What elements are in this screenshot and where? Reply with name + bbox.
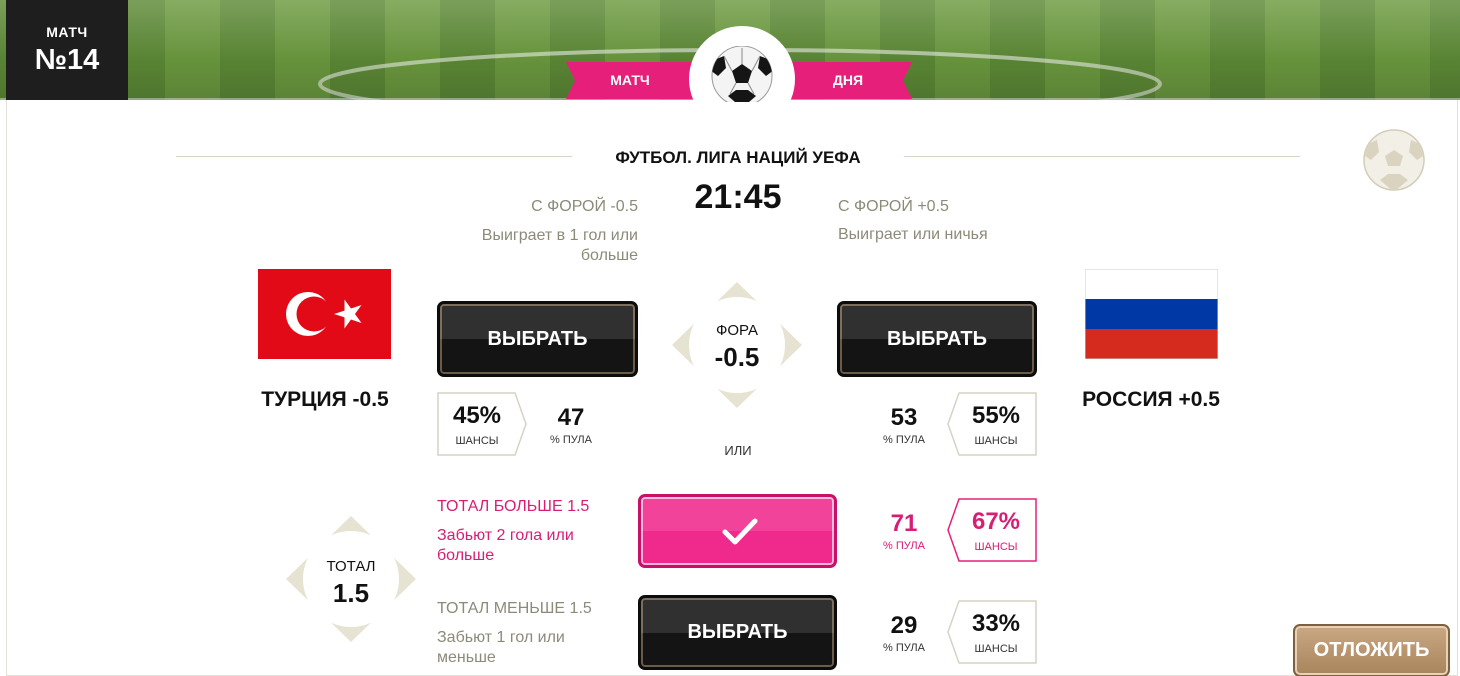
total-under-chance-label: ШАНСЫ [974, 643, 1018, 655]
league-title: ФУТБОЛ. ЛИГА НАЦИЙ УЕФА [615, 148, 861, 167]
total-under-chance-value: 33% [971, 610, 1021, 637]
match-time: 21:45 [694, 178, 782, 216]
match-number-badge: МАТЧ №14 [6, 0, 128, 100]
left-chance-label: ШАНСЫ [455, 435, 499, 447]
total-over-chance-box: 67% ШАНСЫ [947, 498, 1037, 562]
total-over-desc-line1: Забьют 2 гола или [437, 527, 574, 544]
left-desc-line2: больше [580, 247, 638, 264]
right-pool-label: % ПУЛА [883, 434, 925, 446]
total-under-pool-label: % ПУЛА [883, 642, 925, 654]
divider-right [904, 156, 1300, 157]
select-total-under-button[interactable]: ВЫБРАТЬ [638, 595, 837, 670]
left-pool: 47 % ПУЛА [536, 404, 606, 446]
team-left: ТУРЦИЯ -0.5 [261, 388, 389, 411]
select-right-handicap-button[interactable]: ВЫБРАТЬ [837, 301, 1037, 377]
select-right-label: ВЫБРАТЬ [886, 328, 988, 350]
total-under-title: ТОТАЛ МЕНЬШЕ 1.5 [437, 600, 592, 617]
total-under-desc-line1: Забьют 1 гол или [437, 629, 565, 646]
handicap-diamond: ФОРА -0.5 [672, 282, 802, 412]
russia-flag-icon [1085, 269, 1218, 359]
ribbon-right: ДНЯ [784, 62, 912, 99]
total-under-pool-value: 29 [890, 612, 918, 639]
match-label: МАТЧ [46, 24, 88, 40]
total-under-pool: 29 % ПУЛА [869, 612, 939, 654]
right-chance-box: 55% ШАНСЫ [947, 392, 1037, 456]
total-over-chance-value: 67% [971, 508, 1021, 535]
checkmark-icon [722, 518, 758, 545]
right-handicap-title: С ФОРОЙ +0.5 [838, 198, 949, 215]
total-over-pool-value: 71 [890, 510, 918, 537]
total-label: ТОТАЛ [326, 558, 376, 575]
left-chance-value: 45% [452, 402, 502, 429]
divider-left [176, 156, 572, 157]
right-pool: 53 % ПУЛА [869, 404, 939, 446]
select-total-under-label: ВЫБРАТЬ [687, 621, 788, 643]
total-over-desc: Забьют 2 гола или больше [437, 526, 637, 566]
total-diamond: ТОТАЛ 1.5 [286, 516, 416, 646]
right-pool-value: 53 [890, 404, 918, 431]
total-over-chance-label: ШАНСЫ [974, 541, 1018, 553]
select-left-handicap-button[interactable]: ВЫБРАТЬ [437, 301, 638, 377]
handicap-label: ФОРА [715, 322, 759, 339]
total-under-chance-box: 33% ШАНСЫ [947, 600, 1037, 664]
total-over-pool: 71 % ПУЛА [869, 510, 939, 552]
total-over-desc-line2: больше [437, 547, 495, 564]
team-right: РОССИЯ +0.5 [1082, 388, 1220, 411]
turkey-flag-icon [258, 269, 391, 359]
total-over-title: ТОТАЛ БОЛЬШЕ 1.5 [437, 498, 590, 515]
left-pool-label: % ПУЛА [550, 434, 592, 446]
handicap-value: -0.5 [714, 342, 760, 372]
right-chance-label: ШАНСЫ [974, 435, 1018, 447]
soccer-ball-icon [1363, 129, 1425, 191]
total-over-pool-label: % ПУЛА [883, 540, 925, 552]
right-handicap-desc: Выиграет или ничья [838, 226, 988, 243]
select-left-label: ВЫБРАТЬ [487, 328, 588, 350]
left-chance-box: 45% ШАНСЫ [437, 392, 527, 456]
total-under-desc: Забьют 1 гол или меньше [437, 628, 637, 668]
total-over-selected-button[interactable] [638, 494, 837, 568]
match-number: №14 [34, 44, 100, 76]
left-handicap-title: С ФОРОЙ -0.5 [531, 198, 638, 215]
left-handicap-desc: Выиграет в 1 гол или больше [400, 226, 638, 266]
or-label: ИЛИ [724, 443, 752, 458]
postpone-button[interactable]: ОТЛОЖИТЬ [1293, 624, 1450, 676]
soccer-ball-icon [711, 46, 773, 102]
total-value: 1.5 [332, 578, 370, 608]
left-desc-line1: Выиграет в 1 гол или [481, 227, 638, 244]
right-chance-value: 55% [971, 402, 1021, 429]
match-of-the-day-widget: МАТЧ №14 МАТЧ ДНЯ ФУТБОЛ. ЛИГА НАЦИЙ УЕФ… [0, 0, 1460, 676]
ribbon-left: МАТЧ [566, 62, 694, 99]
total-under-desc-line2: меньше [437, 649, 496, 666]
left-pool-value: 47 [557, 404, 585, 431]
